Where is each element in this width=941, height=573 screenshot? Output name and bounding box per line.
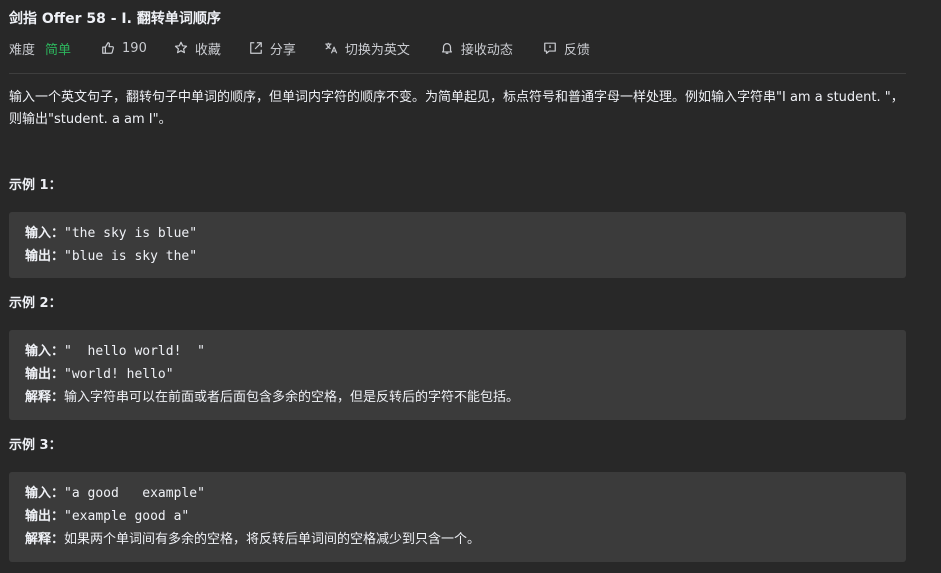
share-button[interactable]: 分享 [248, 39, 296, 58]
translate-button[interactable]: 切换为英文 [323, 39, 410, 58]
like-count: 190 [122, 40, 147, 56]
favorite-button[interactable]: 收藏 [173, 39, 221, 58]
output-label: 输出： [25, 367, 65, 382]
example-box: 输入："the sky is blue" 输出："blue is sky the… [9, 212, 906, 278]
example-input: "a good example" [64, 486, 205, 501]
example-output: "example good a" [64, 509, 190, 524]
example-title: 示例 1： [9, 178, 62, 193]
example-box: 输入：" hello world! " 输出："world! hello" 解释… [9, 330, 906, 420]
example-output: "world! hello" [64, 367, 174, 382]
bell-icon [439, 40, 455, 56]
star-icon [173, 40, 189, 56]
output-label: 输出： [25, 509, 65, 524]
problem-content: 输入一个英文句子，翻转句子中单词的顺序，但单词内字符的顺序不变。为简单起见，标点… [9, 87, 907, 562]
example-output-line: 输出："world! hello" [25, 363, 890, 386]
example-title: 示例 3： [9, 438, 62, 453]
like-button[interactable]: 190 [100, 40, 147, 56]
example-output-line: 输出："blue is sky the" [25, 245, 890, 268]
thumbs-up-icon [100, 40, 116, 56]
explanation-label: 解释： [25, 532, 65, 547]
difficulty-value: 简单 [45, 42, 72, 58]
example-input-line: 输入："the sky is blue" [25, 222, 890, 245]
feedback-label: 反馈 [563, 42, 590, 58]
example-input-line: 输入：" hello world! " [25, 340, 890, 363]
example-input: " hello world! " [64, 344, 205, 359]
input-label: 输入： [25, 486, 65, 501]
translate-label: 切换为英文 [344, 42, 410, 58]
example-output: "blue is sky the" [64, 249, 198, 264]
favorite-label: 收藏 [194, 42, 221, 58]
feedback-button[interactable]: 反馈 [542, 39, 590, 58]
example-title: 示例 2： [9, 296, 62, 311]
notify-button[interactable]: 接收动态 [439, 39, 513, 58]
example-explanation: 如果两个单词间有多余的空格，将反转后单词间的空格减少到只含一个。 [64, 532, 481, 547]
input-label: 输入： [25, 344, 65, 359]
explanation-label: 解释： [25, 390, 65, 405]
problem-page: 剑指 Offer 58 - I. 翻转单词顺序 难度 简单 190 收藏 分享 … [0, 0, 941, 573]
notify-label: 接收动态 [460, 42, 513, 58]
example-explanation-line: 解释：如果两个单词间有多余的空格，将反转后单词间的空格减少到只含一个。 [25, 528, 890, 551]
problem-meta-bar: 难度 简单 190 收藏 分享 切换为英文 接收动态 反馈 [9, 37, 907, 59]
input-label: 输入： [25, 226, 65, 241]
problem-description: 输入一个英文句子，翻转句子中单词的顺序，但单词内字符的顺序不变。为简单起见，标点… [9, 90, 904, 127]
problem-title: 剑指 Offer 58 - I. 翻转单词顺序 [9, 11, 221, 27]
example-input-line: 输入："a good example" [25, 482, 890, 505]
example-output-line: 输出："example good a" [25, 505, 890, 528]
share-label: 分享 [269, 42, 296, 58]
share-icon [248, 40, 264, 56]
feedback-icon [542, 40, 558, 56]
example-explanation: 输入字符串可以在前面或者后面包含多余的空格，但是反转后的字符不能包括。 [64, 390, 520, 405]
output-label: 输出： [25, 249, 65, 264]
example-box: 输入："a good example" 输出："example good a" … [9, 472, 906, 562]
header-divider [9, 73, 906, 74]
translate-icon [323, 40, 339, 56]
example-input: "the sky is blue" [64, 226, 198, 241]
example-explanation-line: 解释：输入字符串可以在前面或者后面包含多余的空格，但是反转后的字符不能包括。 [25, 386, 890, 409]
difficulty-label: 难度 [9, 42, 36, 58]
